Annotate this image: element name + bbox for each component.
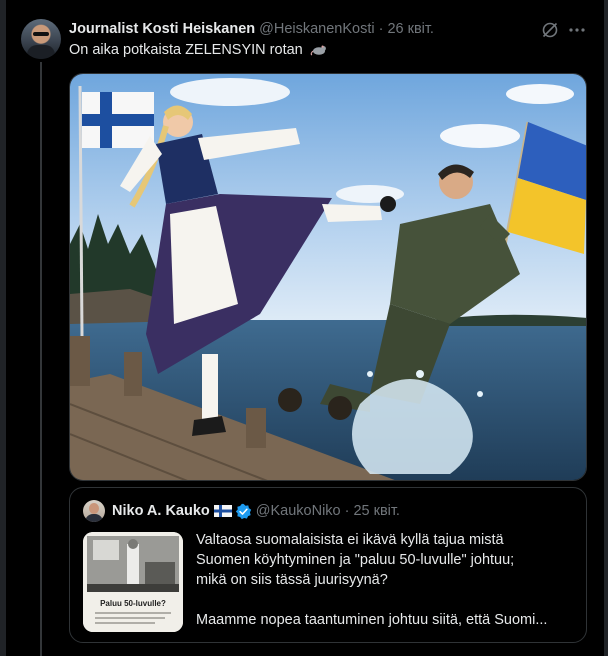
quoted-text-line: mikä on siis tässä juurisyynä? <box>196 572 388 588</box>
avatar-shirt <box>85 514 103 522</box>
quoted-text-line: Suomen köyhtyminen ja "paluu 50-luvulle"… <box>196 552 515 568</box>
tweet-image-illustration <box>70 74 586 480</box>
thumbnail-floor <box>87 584 179 592</box>
thumbnail-caption: Paluu 50-luvulle? <box>100 599 166 608</box>
tweet-timestamp[interactable]: 26 квіт. <box>387 21 434 37</box>
author-avatar[interactable] <box>21 19 61 59</box>
flag-pole-fi <box>78 85 84 337</box>
thread-connector-line <box>40 62 42 656</box>
thumbnail-text-line <box>95 617 165 619</box>
tweet-header: Journalist Kosti Heiskanen @HeiskanenKos… <box>69 19 434 39</box>
author-display-name[interactable]: Journalist Kosti Heiskanen <box>69 21 255 37</box>
quoted-tweet-timestamp[interactable]: 25 квіт. <box>353 503 400 519</box>
thumbnail-figure <box>127 544 139 584</box>
avatar-face <box>89 503 99 514</box>
finland-flag-icon <box>213 505 232 517</box>
quoted-author-avatar[interactable] <box>83 500 105 522</box>
thumbnail-shelf <box>145 562 175 584</box>
cloud <box>440 124 520 148</box>
dock-post <box>124 352 142 396</box>
quoted-tweet-header: Niko A. Kauko @KaukoNiko · 25 квіт. <box>112 501 400 521</box>
tweet-text: On aika potkaista ZELENSYIN rotan <box>69 42 328 58</box>
avatar-glasses <box>33 32 49 36</box>
avatar-suit <box>27 45 55 59</box>
quoted-text-line: Valtaosa suomalaisista ei ikävä kyllä ta… <box>196 532 504 548</box>
header-separator: · <box>378 21 384 37</box>
dock-post <box>246 408 266 448</box>
quoted-header-separator: · <box>344 503 350 519</box>
cloud <box>506 84 574 104</box>
tweet-text-content: On aika potkaista ZELENSYIN rotan <box>69 42 303 58</box>
grok-icon[interactable] <box>540 20 560 40</box>
quoted-author-handle[interactable]: @KaukoNiko <box>256 503 341 519</box>
quoted-author-name[interactable]: Niko A. Kauko <box>112 503 210 519</box>
window-left-edge <box>0 0 6 656</box>
thumbnail-text-line <box>95 622 155 624</box>
author-handle[interactable]: @HeiskanenKosti <box>259 21 374 37</box>
window-right-edge <box>604 0 608 656</box>
dock-post <box>70 336 90 386</box>
quoted-tweet[interactable]: Niko A. Kauko @KaukoNiko · 25 квіт. Palu… <box>69 487 587 643</box>
thumbnail-text-line <box>95 612 171 614</box>
cloud <box>170 78 290 106</box>
quoted-tweet-thumbnail[interactable]: Paluu 50-luvulle? <box>83 532 183 632</box>
thumbnail-illustration: Paluu 50-luvulle? <box>83 532 183 632</box>
verified-badge-icon <box>235 503 251 519</box>
quoted-text-truncated-line: Maamme nopea taantuminen johtuu siitä, e… <box>196 612 548 628</box>
more-icon[interactable] <box>567 20 587 40</box>
thumbnail-window <box>93 540 119 560</box>
tweet-image[interactable] <box>69 73 587 481</box>
quoted-tweet-text: Valtaosa suomalaisista ei ikävä kyllä ta… <box>196 530 576 630</box>
rat-emoji-icon <box>310 45 326 56</box>
finland-flag <box>82 92 154 148</box>
thumbnail-figure-head <box>128 539 138 549</box>
